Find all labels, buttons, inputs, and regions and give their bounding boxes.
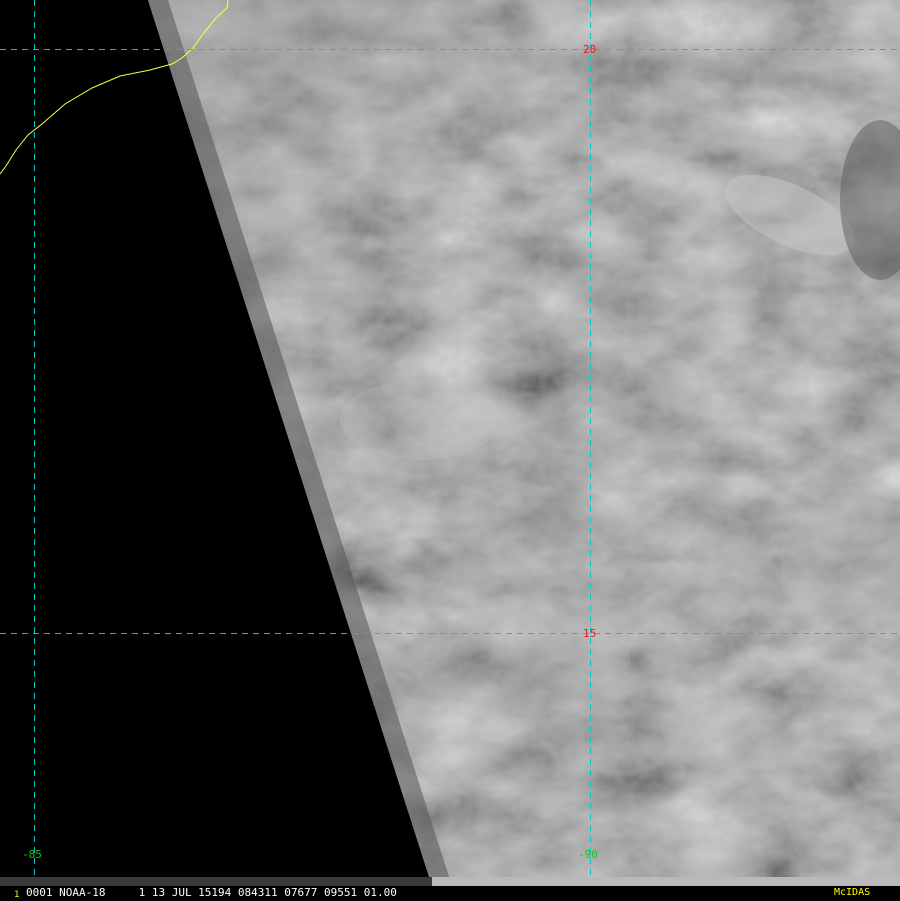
lon-label-85: -85 [22,848,42,861]
software-label: McIDAS [834,887,871,898]
frame-indicator: 1 [14,890,20,900]
lat-label-15: 15 [583,627,597,640]
lat-label-20: 20 [583,43,597,56]
satellite-image [0,0,900,900]
lon-label-90: -90 [578,848,598,861]
image-info: 0001 NOAA-18 1 13 JUL 15194 084311 07677… [26,886,397,899]
